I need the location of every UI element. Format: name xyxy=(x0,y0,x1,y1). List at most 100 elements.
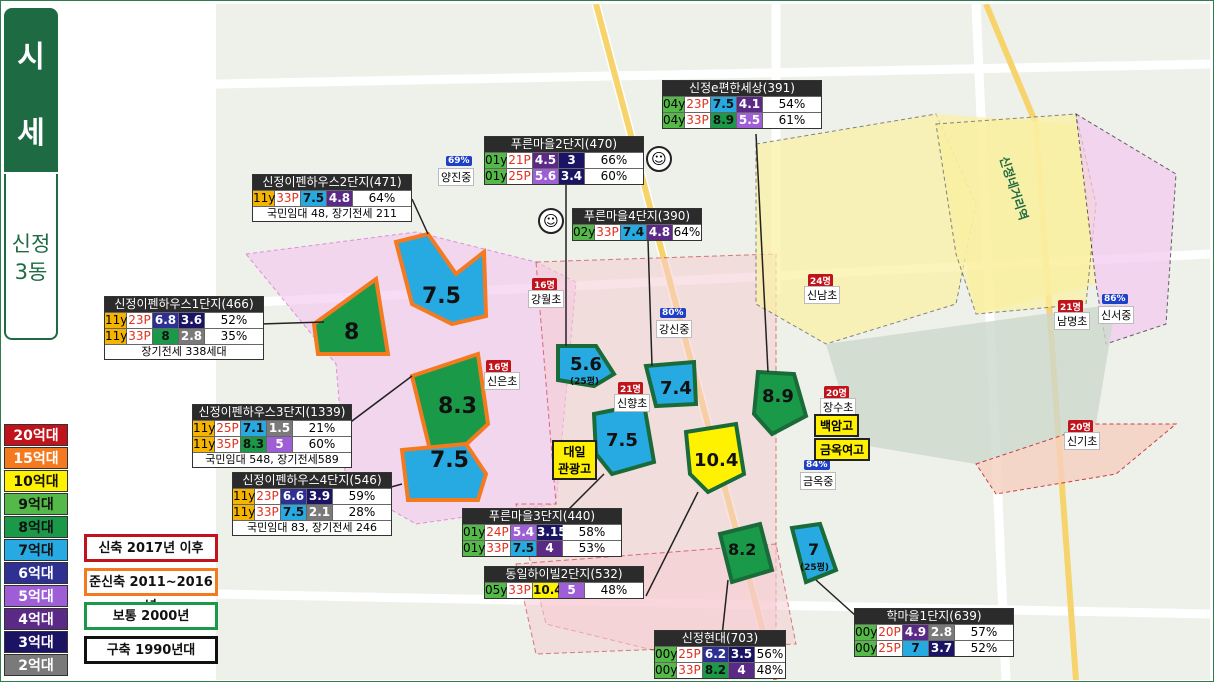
pyeong: 25P xyxy=(215,421,241,436)
sale-price: 4.9 xyxy=(903,625,929,640)
complex-row: 00y 20P 4.9 2.8 57% xyxy=(855,624,1013,640)
complex-info-c3[interactable]: 신정이펜하우스3단지(1339) 11y 25P 7.1 1.5 21% 11y 35P 8.3… xyxy=(192,404,352,468)
jeonse-price: 4 xyxy=(729,663,755,678)
price-legend-item: 20억대 xyxy=(4,424,68,446)
jeonse-ratio: 56% xyxy=(756,647,784,661)
built-age: 02y xyxy=(573,225,596,240)
jeonse-price: 2.8 xyxy=(179,329,205,344)
jeonse-price: 4 xyxy=(537,541,563,556)
built-age: 01y xyxy=(463,541,486,556)
sidebar-dong-line-1: 신정 xyxy=(11,232,51,256)
school-3[interactable]: 강신중 xyxy=(656,320,693,338)
sale-price: 10.4 xyxy=(533,583,563,598)
polygon-value-c1: 8 xyxy=(344,320,360,345)
complex-title: 신정e편한세상(391) xyxy=(663,81,821,96)
jeonse-price: 3.15 xyxy=(537,525,567,540)
complex-info-c6[interactable]: 푸른마을4단지(390) 02y 33P 7.4 4.8 64% xyxy=(572,208,702,241)
pyeong: 33P xyxy=(275,191,301,206)
price-legend-item: 5억대 xyxy=(4,585,68,607)
sale-price: 7.5 xyxy=(281,505,307,520)
sale-price: 8.3 xyxy=(241,437,267,452)
school-4[interactable]: 신향초 xyxy=(614,394,651,412)
built-age: 11y xyxy=(105,329,128,344)
price-legend: 20억대 15억대 10억대 9억대 8억대 7억대 6억대 5억대 4억대 3억대 2억대 xyxy=(4,424,68,677)
built-age: 11y xyxy=(193,421,216,436)
pyeong: 24P xyxy=(485,525,511,540)
sale-price: 7.5 xyxy=(711,97,737,112)
price-legend-item: 9억대 xyxy=(4,493,68,515)
built-age: 11y xyxy=(233,489,256,504)
complex-title: 신정이펜하우스1단지(466) xyxy=(105,297,263,312)
jeonse-ratio: 21% xyxy=(308,421,336,435)
complex-row: 11y 35P 8.3 5 60% xyxy=(193,436,351,452)
complex-info-c1[interactable]: 신정이펜하우스1단지(466) 11y 23P 6.8 3.6 52% 11y 33P 8 2.8… xyxy=(104,296,264,360)
jeonse-ratio: 28% xyxy=(348,505,376,519)
jeonse-ratio: 66% xyxy=(600,153,628,167)
complex-info-c10[interactable]: 신정현대(703) 00y 25P 6.2 3.5 56% 00y 33P 8.2 4 48% xyxy=(654,630,786,679)
school-9[interactable]: 신서중 xyxy=(1098,306,1135,324)
complex-row: 01y 24P 5.4 3.15 58% xyxy=(463,524,621,540)
built-age: 04y xyxy=(663,113,686,128)
jeonse-price: 3.6 xyxy=(179,313,205,328)
sale-price: 6.8 xyxy=(153,313,179,328)
jeonse-ratio: 52% xyxy=(970,641,998,655)
complex-info-c8[interactable]: 푸른마을3단지(440) 01y 24P 5.4 3.15 58% 01y 33P 7.5 4 53… xyxy=(462,508,622,557)
complex-info-c2[interactable]: 신정이펜하우스2단지(471) 11y 33P 7.5 4.8 64% 국민임대 48, 장… xyxy=(252,174,412,222)
built-age: 04y xyxy=(663,97,686,112)
age-legend-new: 신축 2017년 이후 xyxy=(84,534,218,562)
complex-row: 11y 23P 6.8 3.6 52% xyxy=(105,312,263,328)
polygon-value-c5: 5.6 xyxy=(570,354,602,375)
high-school-2[interactable]: 금옥여고 xyxy=(814,438,871,461)
built-age: 00y xyxy=(855,625,878,640)
polygon-value-c9: 10.4 xyxy=(694,450,739,471)
school-8[interactable]: 남명초 xyxy=(1054,312,1091,330)
school-2[interactable]: 신은초 xyxy=(484,372,521,390)
smiley-icon: ☺ xyxy=(646,146,672,172)
school-10[interactable]: 신기초 xyxy=(1064,432,1101,450)
complex-title: 푸른마을2단지(470) xyxy=(485,137,643,152)
price-legend-item: 2억대 xyxy=(4,654,68,676)
sidebar-dong[interactable]: 신정 3동 xyxy=(4,174,58,340)
complex-info-c11[interactable]: 학마을1단지(639) 00y 20P 4.9 2.8 57% 00y 25P 7 3.7 52% xyxy=(854,608,1014,657)
jeonse-price: 4.8 xyxy=(327,191,353,206)
complex-note: 국민임대 83, 장기전세 246 xyxy=(233,520,391,535)
jeonse-price: 1.5 xyxy=(267,421,293,436)
jeonse-price: 3.5 xyxy=(729,647,755,662)
polygon-value-c3: 8.3 xyxy=(438,394,477,419)
school-pct-0: 69% xyxy=(446,156,472,166)
pyeong: 21P xyxy=(507,153,533,168)
complex-row: 04y 23P 7.5 4.1 54% xyxy=(663,96,821,112)
jeonse-ratio: 61% xyxy=(778,113,806,127)
pyeong: 33P xyxy=(595,225,621,240)
school-1[interactable]: 강월초 xyxy=(528,290,565,308)
school-7[interactable]: 금옥중 xyxy=(800,472,837,490)
complex-row: 01y 21P 4.5 3 66% xyxy=(485,152,643,168)
complex-info-c5[interactable]: 푸른마을2단지(470) 01y 21P 4.5 3 66% 01y 25P 5.6 3.4 60% xyxy=(484,136,644,185)
complex-info-c9[interactable]: 동일하이빌2단지(532) 05y 33P 10.4 5 48% xyxy=(484,566,644,599)
pyeong: 33P xyxy=(507,583,533,598)
sale-price: 8.9 xyxy=(711,113,737,128)
jeonse-price: 3.9 xyxy=(307,489,333,504)
high-school-0[interactable]: 대일 관광고 xyxy=(552,440,598,480)
polygon-value-c8: 7.5 xyxy=(606,430,638,451)
sale-price: 7.5 xyxy=(511,541,537,556)
built-age: 00y xyxy=(655,663,678,678)
polygon-value-c7: 8.9 xyxy=(762,386,794,407)
school-5[interactable]: 신남초 xyxy=(804,286,841,304)
pyeong: 23P xyxy=(255,489,281,504)
complex-info-c4[interactable]: 신정이펜하우스4단지(546) 11y 23P 6.6 3.9 59% 11y 33P 7.5 2… xyxy=(232,472,392,536)
sidebar-city: 시 세 xyxy=(4,8,58,172)
school-pct-9: 86% xyxy=(1102,294,1128,304)
complex-row: 11y 33P 8 2.8 35% xyxy=(105,328,263,344)
complex-note: 국민임대 48, 장기전세 211 xyxy=(253,206,411,221)
pyeong: 33P xyxy=(255,505,281,520)
complex-title: 학마을1단지(639) xyxy=(855,609,1013,624)
built-age: 00y xyxy=(655,647,678,662)
polygon-value-c4: 7.5 xyxy=(430,448,469,473)
high-school-1[interactable]: 백암고 xyxy=(814,414,860,437)
complex-row: 11y 33P 7.5 4.8 64% xyxy=(253,190,411,206)
school-0[interactable]: 양진중 xyxy=(438,168,475,186)
sale-price: 7 xyxy=(903,641,929,656)
complex-row: 11y 33P 7.5 2.1 28% xyxy=(233,504,391,520)
complex-info-c7[interactable]: 신정e편한세상(391) 04y 23P 7.5 4.1 54% 04y 33P 8.9 5.5 6… xyxy=(662,80,822,129)
